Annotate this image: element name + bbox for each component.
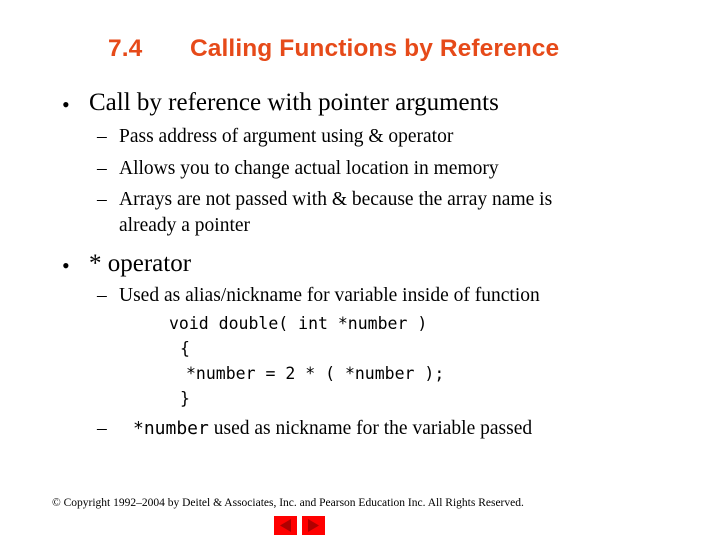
- code-line-4: }: [180, 389, 190, 408]
- previous-slide-button[interactable]: [274, 516, 297, 535]
- bullet-1-sub-3: Arrays are not passed with & because the…: [119, 189, 553, 210]
- code-line-2: {: [180, 339, 190, 358]
- bullet-1-sub-1: Pass address of argument using & operato…: [119, 126, 454, 147]
- dash-marker: –: [97, 418, 107, 439]
- slide: 7.4 Calling Functions by Reference • Call…: [0, 0, 720, 540]
- bullet-2-sub-2: *number used as nickname for the variabl…: [133, 418, 532, 440]
- bullet-2-sub-2-text: used as nickname for the variable passed: [208, 418, 533, 439]
- bullet-2-sub-1: Used as alias/nickname for variable insi…: [119, 285, 540, 306]
- code-line-1: void double( int *number ): [169, 314, 428, 333]
- copyright-footer: © Copyright 1992–2004 by Deitel & Associ…: [52, 497, 524, 509]
- code-line-3: *number = 2 * ( *number );: [186, 364, 445, 383]
- bullet-marker: •: [62, 92, 70, 117]
- bullet-1-sub-3-cont: already a pointer: [119, 215, 251, 236]
- next-slide-button[interactable]: [302, 516, 325, 535]
- previous-slide-icon: [280, 519, 291, 532]
- inline-code: *number: [133, 418, 209, 439]
- bullet-marker: •: [62, 253, 70, 278]
- bullet-1-text: Call by reference with pointer arguments: [89, 89, 499, 116]
- slide-title: 7.4 Calling Functions by Reference: [108, 35, 559, 63]
- dash-marker: –: [97, 126, 107, 147]
- dash-marker: –: [97, 285, 107, 306]
- next-slide-icon: [308, 519, 319, 532]
- title-number: 7.4: [108, 35, 143, 62]
- bullet-2-text: * operator: [89, 250, 192, 277]
- bullet-1-sub-2: Allows you to change actual location in …: [119, 158, 499, 179]
- title-text: Calling Functions by Reference: [190, 35, 560, 62]
- dash-marker: –: [97, 158, 107, 179]
- dash-marker: –: [97, 189, 107, 210]
